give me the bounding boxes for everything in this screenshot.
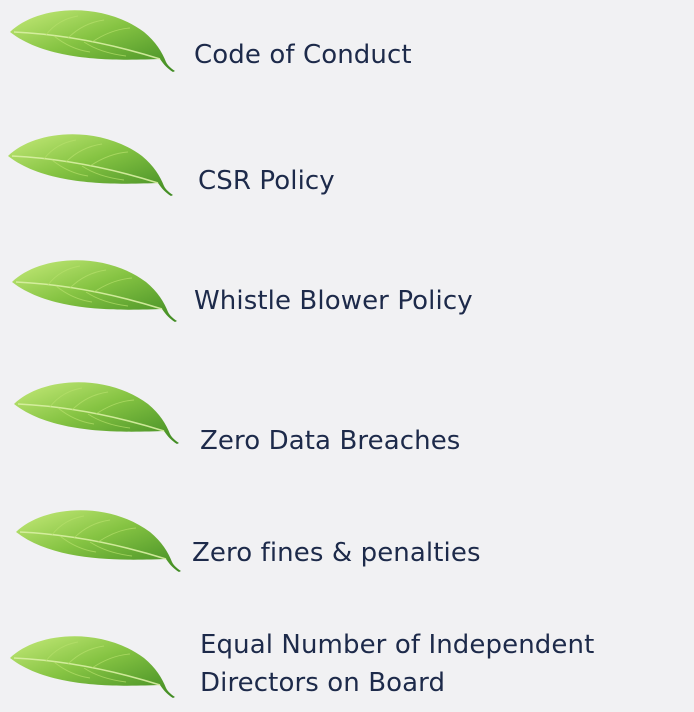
leaf-icon: [4, 126, 174, 196]
list-item-label: Zero Data Breaches: [200, 426, 461, 456]
leaf-icon: [6, 628, 176, 698]
leaf-icon: [8, 252, 178, 322]
list-item-label: Code of Conduct: [194, 40, 412, 70]
list-item-label: Whistle Blower Policy: [194, 286, 473, 316]
list-item-label: Zero fines & penalties: [192, 538, 481, 568]
list-item-label: CSR Policy: [198, 166, 335, 196]
leaf-icon: [10, 374, 180, 444]
policy-list: Code of Conduct CSR Policy Whistle Blowe…: [0, 0, 694, 712]
leaf-icon: [12, 502, 182, 572]
list-item-label: Equal Number of Independent Directors on…: [200, 630, 595, 698]
leaf-icon: [6, 2, 176, 72]
